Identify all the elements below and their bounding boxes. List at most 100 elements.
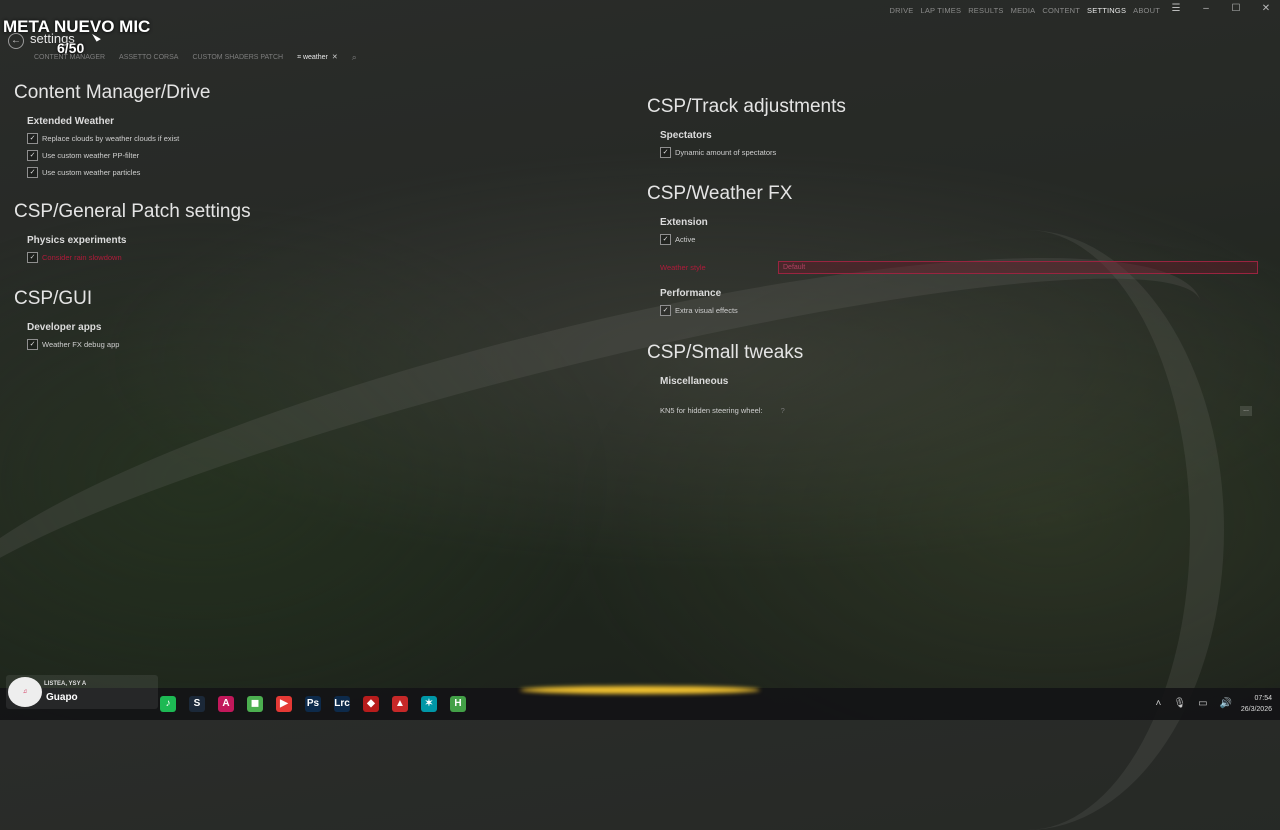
group-title: Physics experiments (27, 235, 127, 246)
settings-subnav: CONTENT MANAGER ASSETTO CORSA CUSTOM SHA… (34, 52, 357, 63)
maximize-icon[interactable]: ☐ (1230, 3, 1242, 14)
topnav-settings[interactable]: SETTINGS (1087, 6, 1126, 15)
option-label: Replace clouds by weather clouds if exis… (42, 134, 180, 143)
section-track-adjustments: CSP/Track adjustments Spectators ✓ Dynami… (647, 96, 1247, 158)
checkbox-checked-icon[interactable]: ✓ (660, 147, 671, 158)
section-cm-drive: Content Manager/Drive Extended Weather ✓… (14, 82, 574, 178)
youtube-icon[interactable]: ▶ (276, 696, 292, 712)
option-extra-visual-effects[interactable]: ✓ Extra visual effects (660, 305, 1247, 316)
section-weather-fx: CSP/Weather FX Extension ✓ Active (647, 183, 1247, 245)
left-column: Content Manager/Drive Extended Weather ✓… (14, 82, 574, 356)
checkbox-checked-icon[interactable]: ✓ (660, 305, 671, 316)
group-title: Spectators (660, 130, 712, 141)
section-title: CSP/Small tweaks (647, 342, 804, 363)
minimize-icon[interactable]: – (1200, 3, 1212, 14)
checkbox-checked-icon[interactable]: ✓ (27, 133, 38, 144)
group-title: Performance (660, 288, 722, 299)
checkbox-checked-icon[interactable]: ✓ (27, 339, 38, 350)
option-label: Active (675, 235, 696, 244)
tab-custom-shaders-patch[interactable]: CUSTOM SHADERS PATCH (192, 54, 283, 61)
system-tray: ˄ 🎙 ▭ 🔊 (1156, 698, 1232, 709)
taskbar-glow (520, 686, 760, 694)
option-active[interactable]: ✓ Active (660, 234, 1247, 245)
topnav-lap-times[interactable]: LAP TIMES (920, 6, 961, 15)
section-title: CSP/Weather FX (647, 183, 793, 204)
clock-time: 07:54 (1254, 695, 1272, 702)
weather-style-label: Weather style (660, 263, 706, 272)
topnav-results[interactable]: RESULTS (968, 6, 1003, 15)
checkbox-checked-icon[interactable]: ✓ (27, 167, 38, 178)
option-label: Extra visual effects (675, 306, 738, 315)
now-playing-widget[interactable]: ♫ LISTEA, YSY A Guapo (6, 675, 158, 709)
option-weatherfx-debug[interactable]: ✓ Weather FX debug app (27, 339, 574, 350)
option-replace-clouds[interactable]: ✓ Replace clouds by weather clouds if exi… (27, 133, 574, 144)
tab-weather-label: weather (302, 54, 328, 61)
browse-button[interactable]: ... (1240, 406, 1252, 416)
group-title: Extension (660, 217, 708, 228)
option-dynamic-spectators[interactable]: ✓ Dynamic amount of spectators (660, 147, 1247, 158)
group-title: Miscellaneous (660, 376, 729, 387)
group-title: Developer apps (27, 322, 102, 333)
tab-close-icon[interactable]: ✕ (332, 54, 338, 61)
group-performance: Performance ✓ Extra visual effects (647, 288, 1247, 316)
menu-icon[interactable]: ☰ (1170, 3, 1182, 14)
steam-icon[interactable]: S (189, 696, 205, 712)
weather-style-row: Weather style Default (660, 261, 1258, 274)
spotify-icon[interactable]: ♪ (160, 696, 176, 712)
option-label: Use custom weather PP-filter (42, 151, 140, 160)
tab-assetto-corsa[interactable]: ASSETTO CORSA (119, 54, 178, 61)
app-cyan-icon[interactable]: ✶ (421, 696, 437, 712)
now-playing-title: Guapo (46, 692, 78, 703)
stream-overlay-title: META NUEVO MIC (3, 17, 151, 36)
app-red-icon[interactable]: ◆ (363, 696, 379, 712)
network-icon[interactable]: ▭ (1198, 698, 1207, 709)
lrc-icon[interactable]: Lrc (334, 696, 350, 712)
topnav-drive[interactable]: DRIVE (890, 6, 914, 15)
tab-content-manager[interactable]: CONTENT MANAGER (34, 54, 105, 61)
section-title: CSP/Track adjustments (647, 96, 846, 117)
kn5-row: KN5 for hidden steering wheel: ? (660, 406, 785, 415)
checkbox-checked-icon[interactable]: ✓ (27, 150, 38, 161)
now-playing-artist: LISTEA, YSY A (44, 681, 87, 687)
option-custom-particles[interactable]: ✓ Use custom weather particles (27, 167, 574, 178)
window-controls: ☰ – ☐ ✕ (1170, 3, 1272, 14)
chevron-up-icon[interactable]: ˄ (1156, 698, 1162, 709)
kn5-label: KN5 for hidden steering wheel: (660, 406, 763, 415)
top-navigation: DRIVE LAP TIMES RESULTS MEDIA CONTENT SETTING… (890, 6, 1160, 15)
section-title: Content Manager/Drive (14, 82, 211, 103)
album-art: ♫ (8, 677, 42, 707)
microphone-icon[interactable]: 🎙 (1173, 698, 1186, 709)
section-title: CSP/GUI (14, 288, 93, 309)
option-label: Use custom weather particles (42, 168, 141, 177)
close-icon[interactable]: ✕ (1260, 3, 1272, 14)
topnav-media[interactable]: MEDIA (1011, 6, 1036, 15)
option-rain-slowdown[interactable]: ✓ Consider rain slowdown (27, 252, 574, 263)
assetto-icon[interactable]: ▲ (392, 696, 408, 712)
option-label: Dynamic amount of spectators (675, 148, 777, 157)
tab-weather[interactable]: ⌗ weather ✕ (297, 53, 338, 62)
option-custom-pp-filter[interactable]: ✓ Use custom weather PP-filter (27, 150, 574, 161)
section-small-tweaks: CSP/Small tweaks Miscellaneous (647, 342, 1247, 387)
topnav-about[interactable]: ABOUT (1133, 6, 1160, 15)
option-label: Weather FX debug app (42, 340, 120, 349)
tab-weather-prefix: ⌗ (297, 54, 302, 61)
option-label: Consider rain slowdown (42, 253, 122, 262)
minecraft-icon[interactable]: ◼ (247, 696, 263, 712)
clock-date: 26/3/2026 (1240, 706, 1272, 713)
section-title: CSP/General Patch settings (14, 201, 251, 222)
section-csp-gui: CSP/GUI Developer apps ✓ Weather FX debug… (14, 288, 574, 350)
topnav-content[interactable]: CONTENT (1042, 6, 1080, 15)
taskbar-apps: ♪ S A ◼ ▶ Ps Lrc ◆ ▲ ✶ H (160, 696, 466, 712)
right-column: CSP/Track adjustments Spectators ✓ Dynami… (647, 96, 1247, 393)
app-a-icon[interactable]: A (218, 696, 234, 712)
kn5-value: ? (780, 406, 785, 415)
app-h-icon[interactable]: H (450, 696, 466, 712)
photoshop-icon[interactable]: Ps (305, 696, 321, 712)
checkbox-checked-icon[interactable]: ✓ (27, 252, 38, 263)
volume-icon[interactable]: 🔊 (1220, 698, 1232, 709)
weather-style-select[interactable]: Default (778, 261, 1258, 274)
clock[interactable]: 07:54 26/3/2026 (1241, 693, 1272, 715)
checkbox-checked-icon[interactable]: ✓ (660, 234, 671, 245)
group-title: Extended Weather (27, 116, 115, 127)
search-icon[interactable]: ⌕ (352, 52, 357, 63)
